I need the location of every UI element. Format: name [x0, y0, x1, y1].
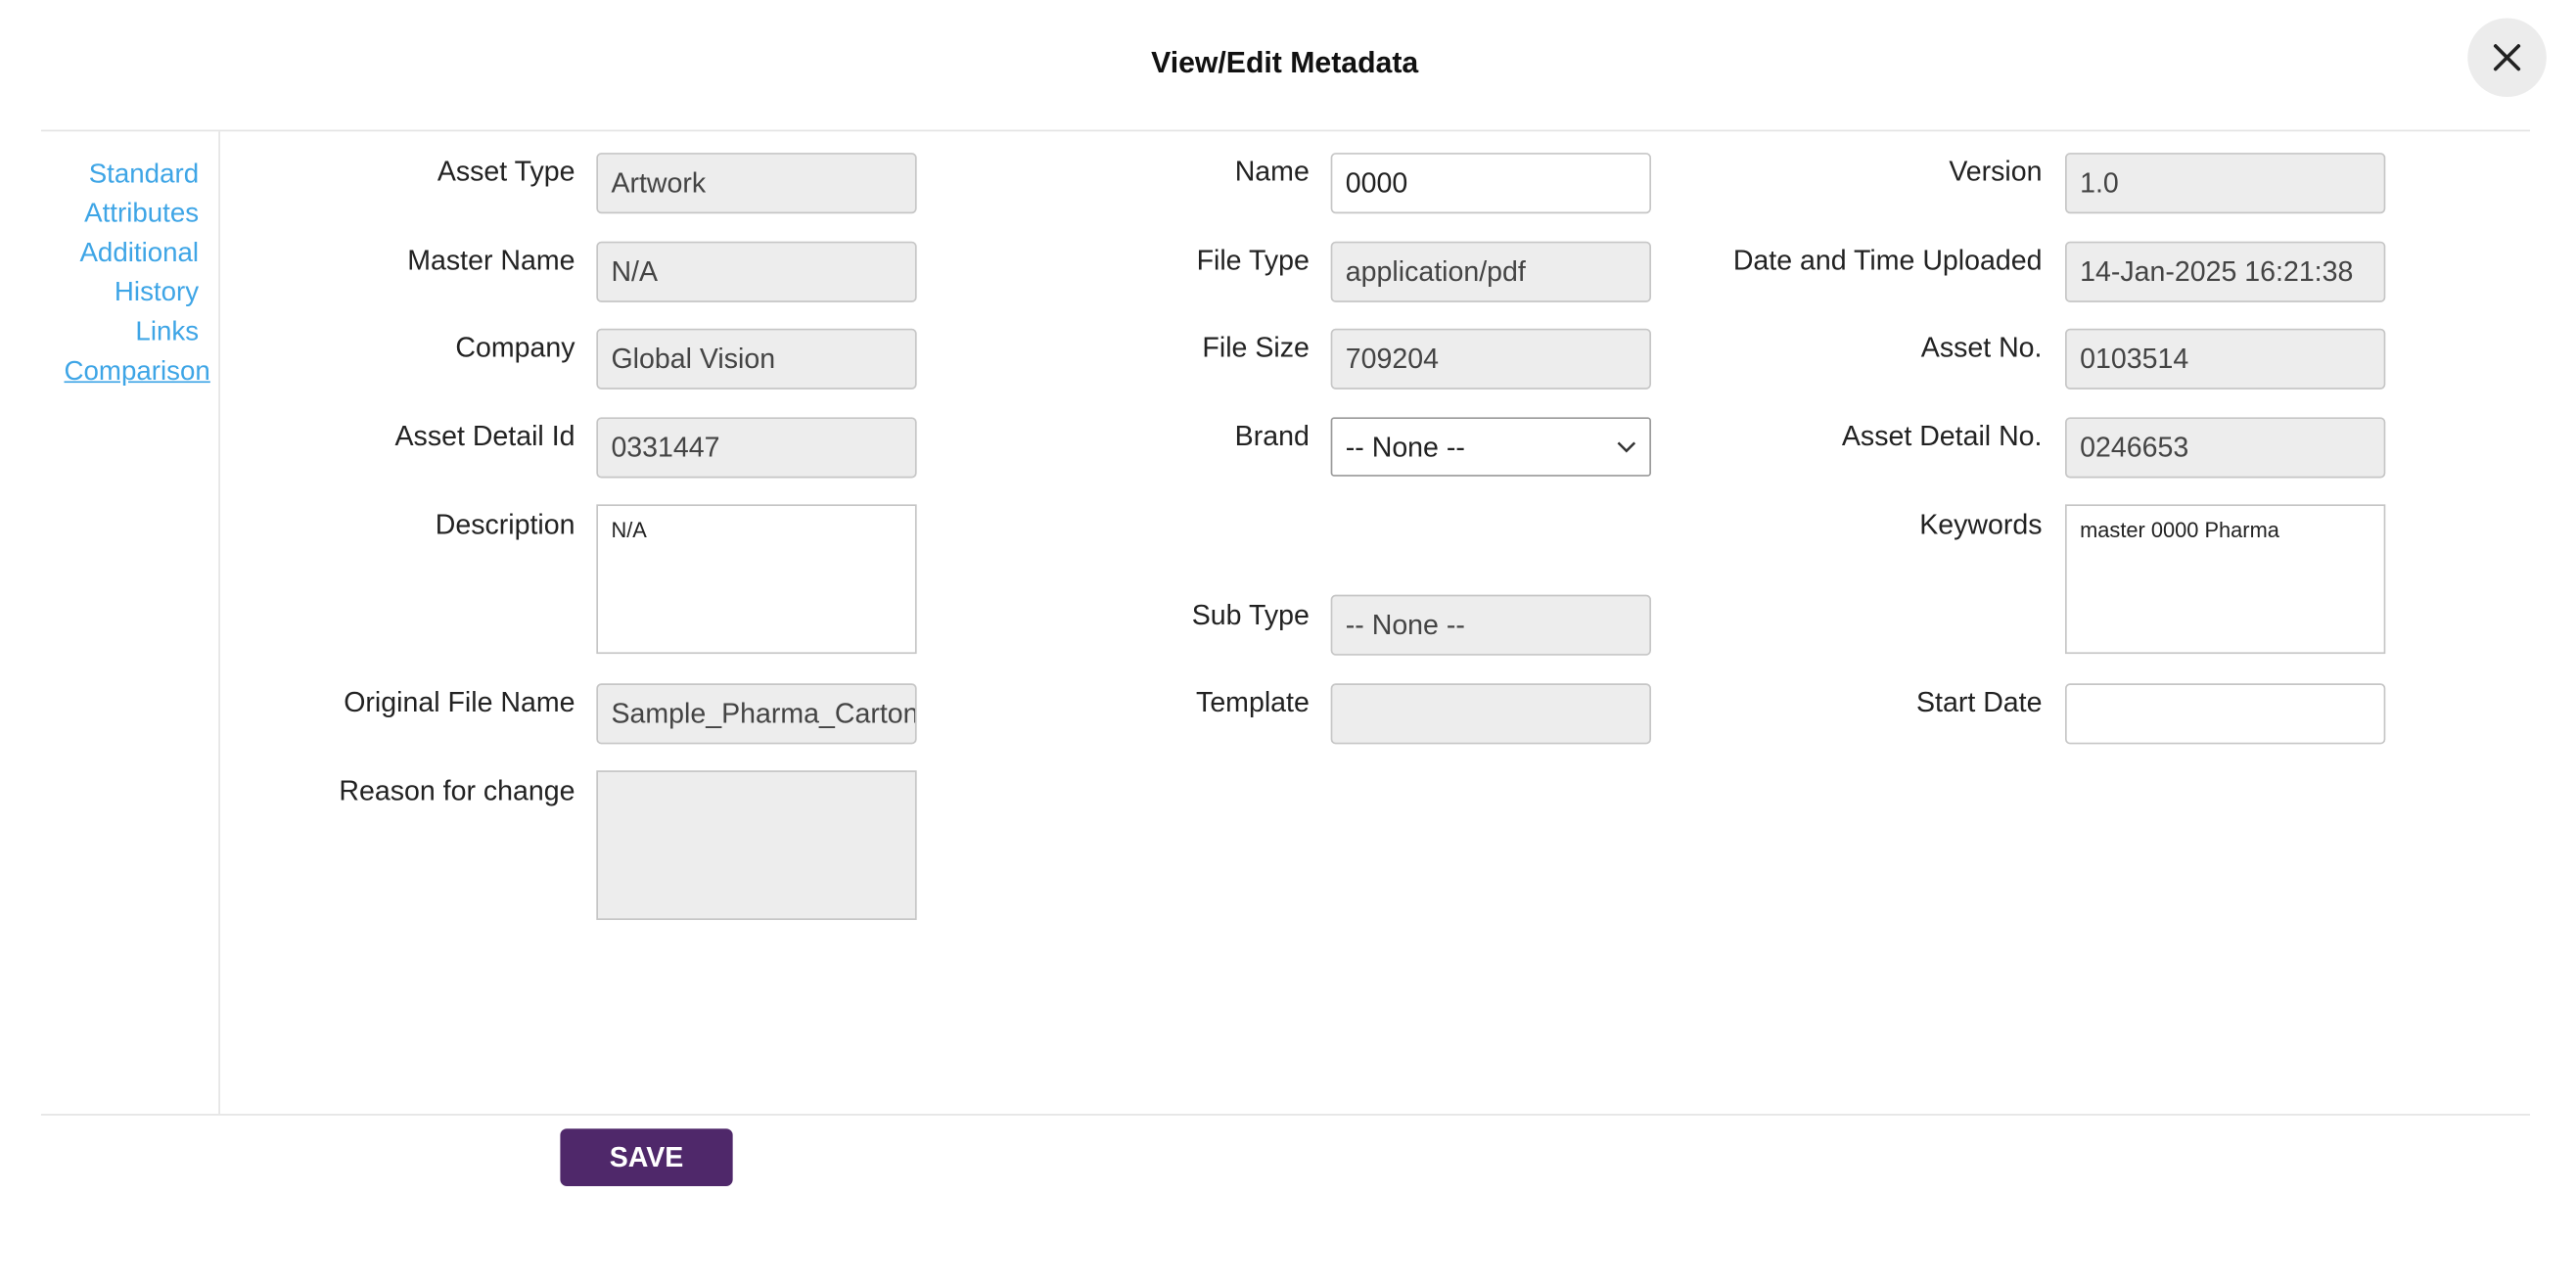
- sidebar-item-links[interactable]: Links: [65, 312, 199, 351]
- sidebar-nav: Standard Attributes Additional History L…: [65, 155, 210, 391]
- name-label: Name: [1234, 156, 1310, 188]
- sidebar-item-standard[interactable]: Standard: [65, 155, 199, 194]
- asset-type-label: Asset Type: [437, 156, 575, 188]
- file-size-label: File Size: [1202, 332, 1310, 363]
- date-uploaded-label: Date and Time Uploaded: [1732, 245, 2043, 277]
- reason-for-change-label: Reason for change: [339, 775, 575, 807]
- original-file-name-label: Original File Name: [344, 686, 575, 718]
- template-field: [1330, 683, 1651, 745]
- date-uploaded-field: 14-Jan-2025 16:21:38: [2065, 241, 2386, 302]
- asset-no-field: 0103514: [2065, 328, 2386, 390]
- file-size-field: 709204: [1330, 328, 1651, 390]
- company-label: Company: [455, 332, 575, 363]
- reason-for-change-textarea: [596, 770, 917, 921]
- master-name-label: Master Name: [407, 245, 575, 277]
- save-button[interactable]: SAVE: [560, 1128, 733, 1186]
- version-field: 1.0: [2065, 153, 2386, 214]
- sub-type-label: Sub Type: [1191, 599, 1310, 631]
- dialog-title: View/Edit Metadata: [1151, 46, 1419, 79]
- brand-select[interactable]: -- None --: [1330, 417, 1651, 477]
- brand-label: Brand: [1234, 420, 1310, 452]
- asset-detail-no-field: 0246653: [2065, 417, 2386, 479]
- keywords-label: Keywords: [1919, 509, 2043, 541]
- asset-detail-id-field: 0331447: [596, 417, 917, 479]
- sub-type-field: -- None --: [1330, 594, 1651, 656]
- asset-no-label: Asset No.: [1920, 332, 2043, 363]
- chevron-down-icon: [1617, 441, 1636, 453]
- start-date-input[interactable]: [2065, 683, 2386, 745]
- start-date-label: Start Date: [1916, 686, 2043, 718]
- asset-detail-id-label: Asset Detail Id: [394, 420, 575, 452]
- template-label: Template: [1196, 686, 1310, 718]
- sidebar-item-history[interactable]: History: [65, 273, 199, 312]
- sidebar-divider: [218, 131, 220, 1115]
- file-type-field: application/pdf: [1330, 241, 1651, 302]
- sidebar-item-attributes[interactable]: Attributes: [65, 194, 199, 233]
- sidebar-item-additional[interactable]: Additional: [65, 233, 199, 272]
- name-input[interactable]: 0000: [1330, 153, 1651, 214]
- keywords-textarea[interactable]: master 0000 Pharma: [2065, 504, 2386, 655]
- asset-type-field: Artwork: [596, 153, 917, 214]
- brand-selected-value: -- None --: [1345, 431, 1465, 463]
- description-textarea[interactable]: N/A: [596, 504, 917, 655]
- asset-detail-no-label: Asset Detail No.: [1841, 420, 2043, 452]
- close-button[interactable]: [2467, 18, 2547, 98]
- metadata-dialog: View/Edit Metadata Standard Attributes A…: [0, 0, 2576, 1286]
- master-name-field: N/A: [596, 241, 917, 302]
- close-x-icon: [2493, 44, 2521, 71]
- description-label: Description: [435, 509, 575, 541]
- company-field: Global Vision: [596, 328, 917, 390]
- file-type-label: File Type: [1196, 245, 1310, 277]
- original-file-name-field: Sample_Pharma_Carton: [596, 683, 917, 745]
- footer-divider: [40, 1114, 2531, 1116]
- version-label: Version: [1949, 156, 2043, 188]
- header-divider: [40, 129, 2531, 132]
- sidebar-item-comparison[interactable]: Comparison: [65, 351, 210, 390]
